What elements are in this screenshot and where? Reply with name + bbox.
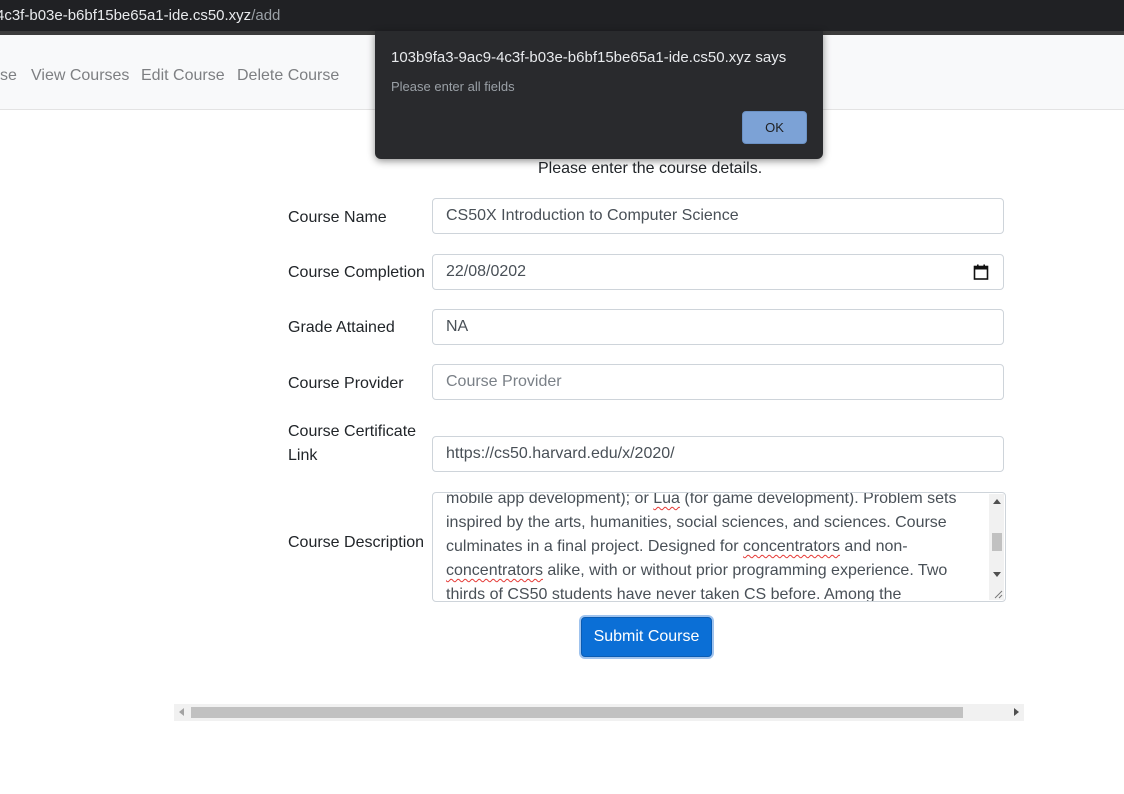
dialog-title: 103b9fa3-9ac9-4c3f-b03e-b6bf15be65a1-ide… [391,49,787,66]
browser-url-bar[interactable]: 4c3f-b03e-b6bf15be65a1-ide.cs50.xyz/add [0,0,1124,31]
course-completion-value: 22/08/0202 [446,263,527,280]
description-line: thirds of CS50 students have never taken… [446,586,902,602]
description-label: Course Description [288,534,425,551]
description-scrollbar[interactable] [989,494,1004,600]
resize-grip-icon[interactable] [993,589,1003,599]
dialog-ok-button[interactable]: OK [742,111,807,144]
form-intro: Please enter the course details. [538,160,763,177]
certificate-label: Course Certificate Link [288,420,416,468]
nav-link-edit-course[interactable]: Edit Course [141,67,225,85]
course-completion-label: Course Completion [288,264,425,281]
scroll-left-arrow-icon[interactable] [179,708,184,716]
description-line: mobile app development); or Lua (for gam… [446,492,957,507]
nav-link-view-courses[interactable]: View Courses [31,67,129,85]
scroll-up-arrow-icon[interactable] [993,499,1001,504]
url-host: 4c3f-b03e-b6bf15be65a1-ide.cs50.xyz [0,7,252,24]
course-name-input[interactable]: CS50X Introduction to Computer Science [432,198,1004,234]
certificate-label-line2: Link [288,447,318,464]
submit-course-button[interactable]: Submit Course [581,617,712,657]
scroll-down-arrow-icon[interactable] [993,572,1001,577]
course-completion-date-input[interactable]: 22/08/0202 [432,254,1004,290]
scroll-right-arrow-icon[interactable] [1014,708,1019,716]
nav-link-add-course[interactable]: se [0,67,17,85]
course-name-label: Course Name [288,209,387,226]
grade-label: Grade Attained [288,319,395,336]
spellcheck-word: concentrators [743,538,840,555]
nav-link-delete-course[interactable]: Delete Course [237,67,339,85]
certificate-label-line1: Course Certificate [288,423,417,440]
grade-input[interactable]: NA [432,309,1004,345]
scrollbar-thumb[interactable] [992,533,1002,551]
certificate-link-input[interactable]: https://cs50.harvard.edu/x/2020/ [432,436,1004,472]
provider-label: Course Provider [288,375,404,392]
description-textarea[interactable]: mobile app development); or Lua (for gam… [432,492,1006,602]
alert-dialog: 103b9fa3-9ac9-4c3f-b03e-b6bf15be65a1-ide… [375,31,823,159]
description-line: inspired by the arts, humanities, social… [446,514,947,531]
description-line: concentrators alike, with or without pri… [446,562,948,579]
provider-input[interactable]: Course Provider [432,364,1004,400]
horizontal-scrollbar-thumb[interactable] [191,707,963,718]
description-line: culminates in a final project. Designed … [446,538,908,555]
calendar-icon[interactable] [973,264,989,280]
horizontal-scrollbar[interactable] [174,704,1024,721]
dialog-message: Please enter all fields [391,79,515,94]
url-path: /add [251,7,281,24]
spellcheck-word: concentrators [446,562,543,579]
spellcheck-word: Lua [653,492,680,507]
